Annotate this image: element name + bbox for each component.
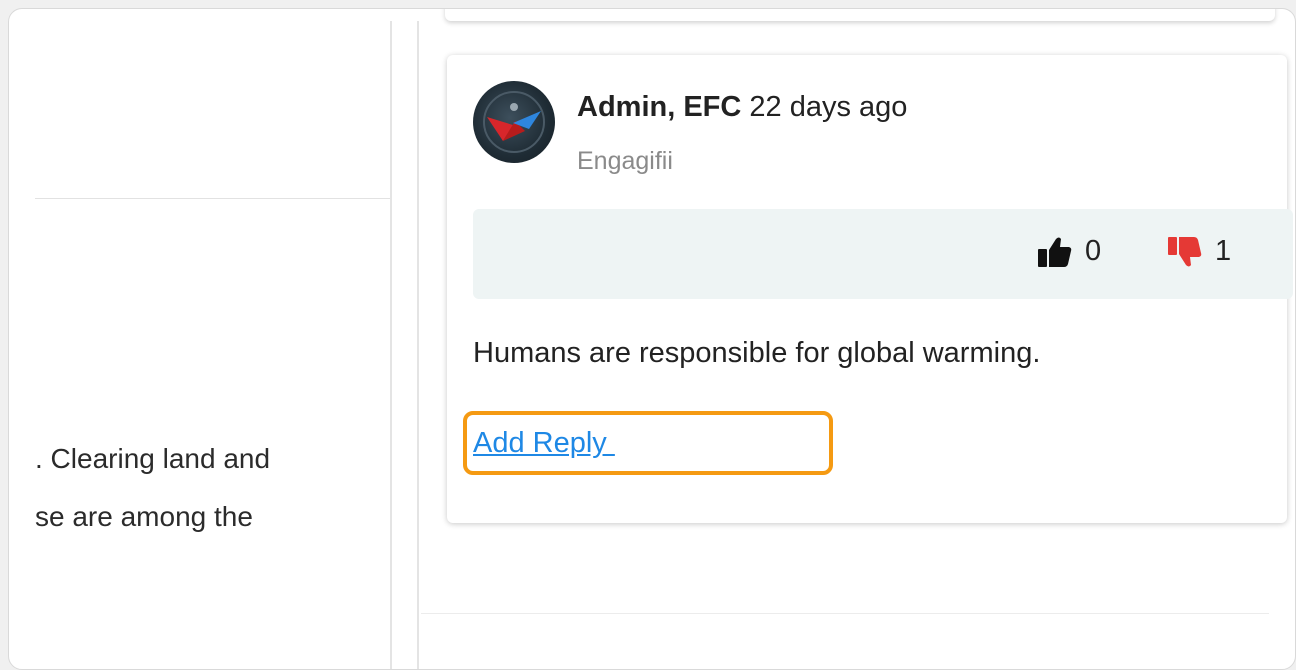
column-divider [390, 21, 392, 669]
avatar-logo-icon [483, 91, 545, 153]
comment-timestamp: 22 days ago [749, 91, 908, 123]
author-organization: Engagifii [577, 147, 673, 175]
thumbs-down-icon [1168, 236, 1202, 266]
avatar[interactable] [473, 81, 555, 163]
comment-header: Admin, EFC 22 days ago [577, 91, 907, 124]
dislike-button[interactable]: 1 [1167, 235, 1231, 268]
like-count: 0 [1085, 235, 1102, 267]
left-pane: . Clearing land and se are among the [9, 9, 391, 669]
add-reply-link[interactable]: Add Reply [473, 427, 615, 460]
vote-bar: 0 1 [473, 209, 1293, 299]
article-text-line: . Clearing land and [35, 443, 271, 474]
dislike-count: 1 [1215, 235, 1232, 267]
screenshot-frame: . Clearing land and se are among the Adm… [8, 8, 1296, 670]
column-divider [417, 21, 419, 669]
comments-pane: Admin, EFC 22 days ago Engagifii 0 1 Hum… [421, 9, 1293, 669]
article-text-line: se are among the [35, 501, 253, 532]
divider [421, 613, 1269, 614]
comment-body: Humans are responsible for global warmin… [473, 337, 1041, 369]
comment-card: Admin, EFC 22 days ago Engagifii 0 1 Hum… [447, 55, 1293, 523]
author-name[interactable]: Admin, EFC [577, 91, 741, 123]
like-button[interactable]: 0 [1037, 235, 1101, 268]
thumbs-up-icon [1038, 237, 1072, 267]
divider [35, 198, 391, 199]
previous-comment-card [445, 9, 1275, 21]
